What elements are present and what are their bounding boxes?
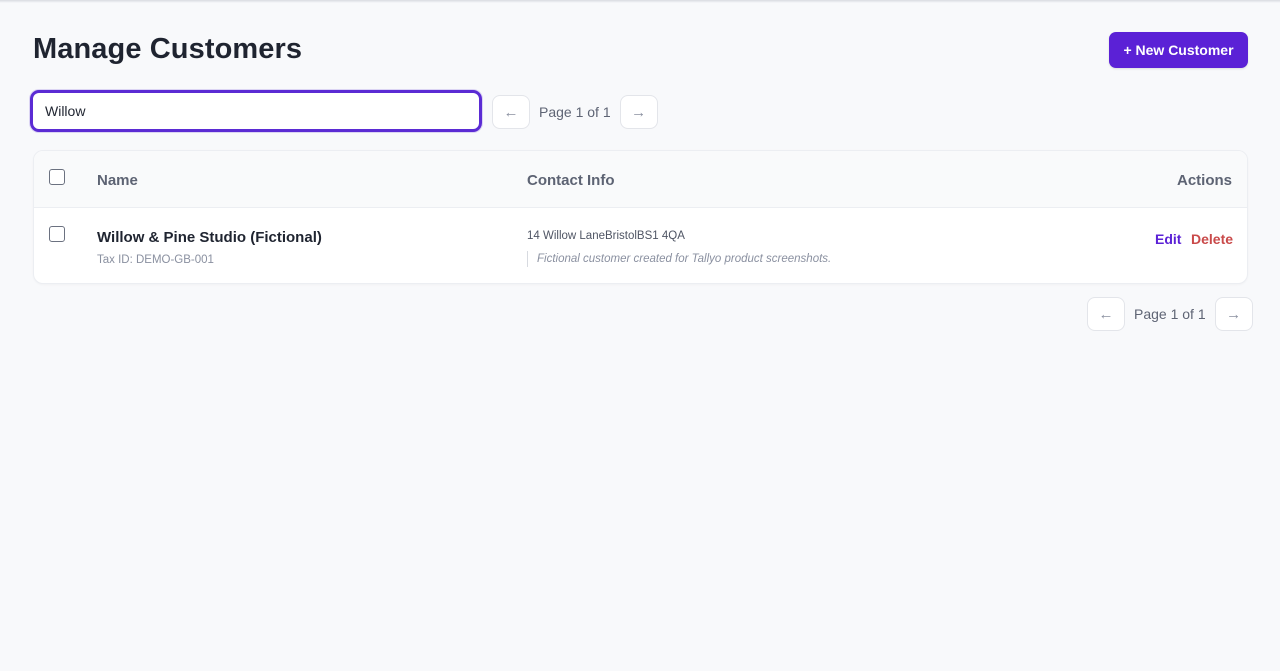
column-header-contact: Contact Info xyxy=(527,172,615,189)
table-row: Willow & Pine Studio (Fictional) Tax ID:… xyxy=(34,208,1247,283)
delete-link[interactable]: Delete xyxy=(1191,231,1233,247)
prev-page-button[interactable]: ← xyxy=(1087,297,1125,331)
customer-note: Fictional customer created for Tallyo pr… xyxy=(527,251,831,267)
row-checkbox[interactable] xyxy=(49,226,65,242)
page-indicator: Page 1 of 1 xyxy=(539,104,611,120)
top-shadow xyxy=(0,0,1280,3)
search-input[interactable] xyxy=(30,90,482,132)
prev-page-button[interactable]: ← xyxy=(492,95,530,129)
pagination-bottom: ← Page 1 of 1 → xyxy=(1087,297,1253,331)
customer-name: Willow & Pine Studio (Fictional) xyxy=(97,229,322,246)
next-page-button[interactable]: → xyxy=(1214,297,1253,331)
table-header: Name Contact Info Actions xyxy=(34,151,1247,208)
pagination-top: ← Page 1 of 1 → xyxy=(492,95,658,129)
new-customer-button[interactable]: + New Customer xyxy=(1109,32,1248,68)
edit-link[interactable]: Edit xyxy=(1155,231,1181,247)
select-all-checkbox[interactable] xyxy=(49,169,65,185)
page: Manage Customers + New Customer ← Page 1… xyxy=(0,0,1280,671)
customer-address: 14 Willow LaneBristolBS1 4QA xyxy=(527,230,685,242)
column-header-name: Name xyxy=(97,172,138,189)
column-header-actions: Actions xyxy=(1176,172,1232,189)
page-title: Manage Customers xyxy=(33,33,303,65)
customers-table: Name Contact Info Actions Willow & Pine … xyxy=(33,150,1248,284)
page-indicator: Page 1 of 1 xyxy=(1134,306,1206,322)
customer-tax-id: Tax ID: DEMO-GB-001 xyxy=(97,254,214,266)
next-page-button[interactable]: → xyxy=(619,95,658,129)
